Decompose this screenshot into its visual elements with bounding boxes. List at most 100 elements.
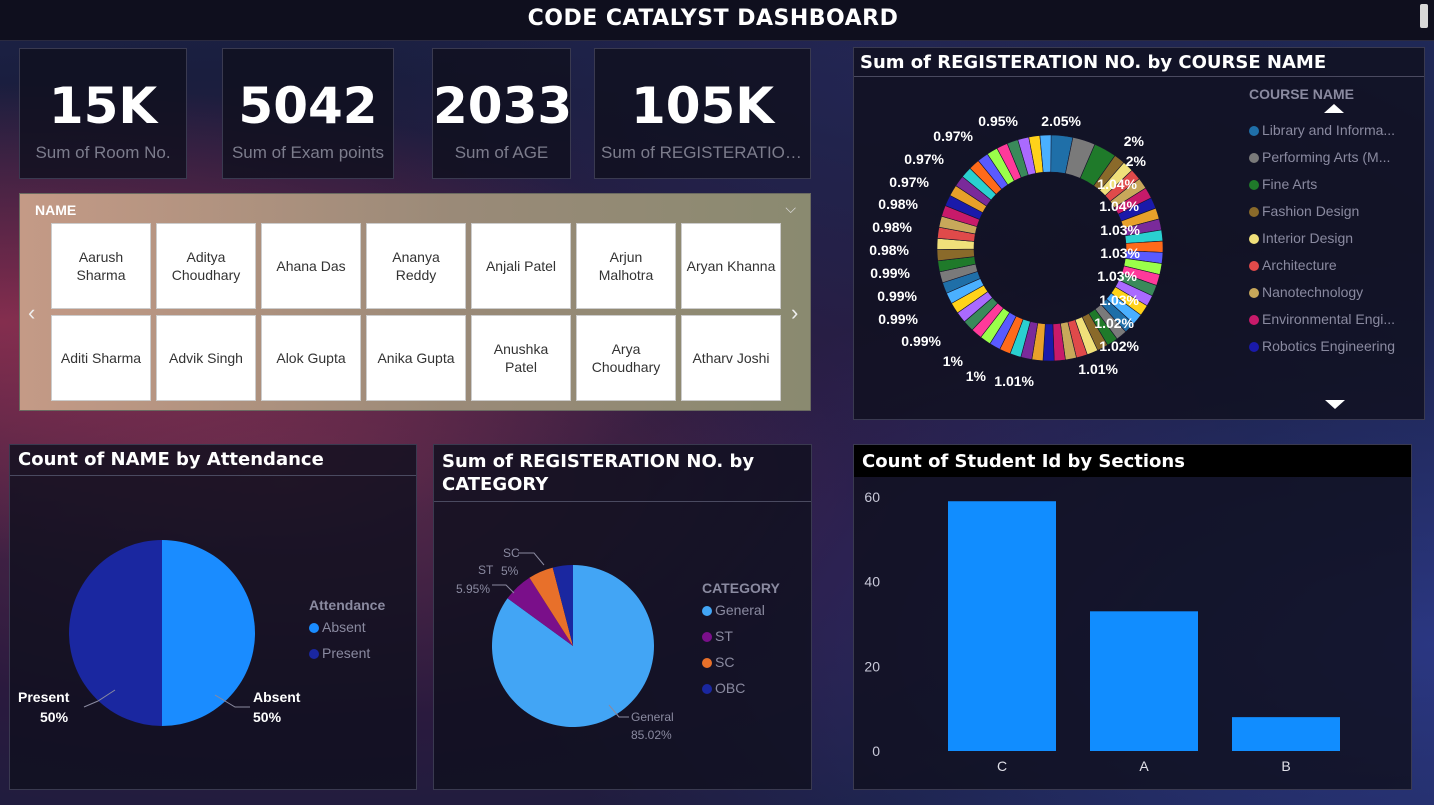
chevron-left-icon[interactable]: ‹ <box>28 302 35 324</box>
kpi-card-room[interactable]: 15K Sum of Room No. <box>19 48 187 179</box>
header-bar: CODE CATALYST DASHBOARD <box>0 0 1434 41</box>
legend-item-course[interactable]: Performing Arts (M... <box>1249 149 1419 165</box>
slice-label: Present <box>18 689 70 705</box>
attendance-legend: Attendance Absent Present <box>309 597 385 661</box>
legend-dot <box>1249 315 1259 325</box>
leader-line <box>518 552 545 566</box>
slicer-item[interactable]: Anjali Patel <box>471 223 571 309</box>
bar-c[interactable] <box>948 501 1056 751</box>
legend-item-present[interactable]: Present <box>309 645 385 661</box>
attendance-pie-panel: Count of NAME by Attendance Present 50% Ab… <box>9 444 417 790</box>
sections-title: Count of Student Id by Sections <box>862 451 1185 472</box>
slicer-item[interactable]: Aarush Sharma <box>51 223 151 309</box>
y-tick-label: 0 <box>872 743 880 759</box>
legend-label: Architecture <box>1262 257 1337 273</box>
x-tick-label: C <box>997 758 1007 774</box>
donut-data-label: 0.97% <box>889 174 929 190</box>
chevron-right-icon[interactable]: › <box>791 302 798 324</box>
slice-label: 5.95% <box>456 582 490 596</box>
bar-a[interactable] <box>1090 611 1198 751</box>
y-tick-label: 40 <box>864 574 880 590</box>
scroll-down-icon[interactable] <box>1325 400 1345 409</box>
legend-label: Present <box>322 645 371 661</box>
legend-item-st[interactable]: ST <box>702 628 780 644</box>
legend-item-general[interactable]: General <box>702 602 780 618</box>
donut-data-label: 1.03% <box>1100 245 1140 261</box>
legend-item-course[interactable]: Interior Design <box>1249 230 1419 246</box>
legend-item-course[interactable]: Environmental Engi... <box>1249 311 1419 327</box>
legend-label: Fashion Design <box>1262 203 1360 219</box>
legend-item-course[interactable]: Robotics Engineering <box>1249 338 1419 354</box>
slicer-item[interactable]: Aditi Sharma <box>51 315 151 401</box>
sections-bar-chart: 60 40 20 0 C A B <box>864 489 1340 774</box>
slicer-item[interactable]: Aryan Khanna <box>681 223 781 309</box>
donut-data-label: 1.03% <box>1097 268 1137 284</box>
legend-label: Nanotechnology <box>1262 284 1364 300</box>
slicer-item[interactable]: Ananya Reddy <box>366 223 466 309</box>
kpi-card-registration[interactable]: 105K Sum of REGISTERATION... <box>594 48 811 179</box>
donut-data-label: 1% <box>966 368 987 384</box>
donut-data-label: 1% <box>943 353 964 369</box>
slice-label: ST <box>478 563 494 577</box>
kpi-card-exam-points[interactable]: 5042 Sum of Exam points <box>222 48 394 179</box>
donut-data-label: 0.99% <box>878 311 918 327</box>
donut-data-label: 2.05% <box>1041 113 1081 129</box>
slicer-item[interactable]: Arjun Malhotra <box>576 223 676 309</box>
legend-item-course[interactable]: Library and Informa... <box>1249 122 1419 138</box>
legend-dot <box>1249 153 1259 163</box>
legend-item-course[interactable]: Nanotechnology <box>1249 284 1419 300</box>
chevron-down-icon[interactable]: ⌵ <box>785 200 796 217</box>
legend-label: General <box>715 602 765 618</box>
legend-title: Attendance <box>309 597 386 613</box>
legend-item-obc[interactable]: OBC <box>702 680 780 696</box>
slicer-item[interactable]: Anika Gupta <box>366 315 466 401</box>
legend-label: ST <box>715 628 733 644</box>
slicer-item[interactable]: Atharv Joshi <box>681 315 781 401</box>
slice-label: General <box>631 710 674 724</box>
legend-dot <box>1249 180 1259 190</box>
slicer-item[interactable]: Anushka Patel <box>471 315 571 401</box>
legend-item-sc[interactable]: SC <box>702 654 780 670</box>
attendance-pie-chart: Present 50% Absent 50% <box>18 540 301 726</box>
bar-b[interactable] <box>1232 717 1340 751</box>
donut-data-label: 0.97% <box>904 151 944 167</box>
slicer-item[interactable]: Ahana Das <box>261 223 361 309</box>
y-tick-label: 20 <box>864 658 880 674</box>
legend-dot <box>1249 288 1259 298</box>
legend-item-course[interactable]: Fashion Design <box>1249 203 1419 219</box>
title-divider <box>854 76 1424 77</box>
slice-label: 50% <box>40 709 69 725</box>
donut-data-label: 0.99% <box>870 265 910 281</box>
donut-data-label: 1.01% <box>994 373 1034 389</box>
slicer-item[interactable]: Arya Choudhary <box>576 315 676 401</box>
kpi-label: Sum of AGE <box>454 143 549 162</box>
legend-item-absent[interactable]: Absent <box>309 619 385 635</box>
pie-slice-absent[interactable] <box>162 540 255 726</box>
legend-item-course[interactable]: Architecture <box>1249 257 1419 273</box>
slicer-item[interactable]: Advik Singh <box>156 315 256 401</box>
name-slicer: NAME ⌵ ‹ › Aarush Sharma Aditya Choudhar… <box>19 193 811 411</box>
category-pie-panel: Sum of REGISTERATION NO. by CATEGORY SC 5… <box>433 444 812 790</box>
donut-data-label: 0.99% <box>901 333 941 349</box>
slicer-item[interactable]: Aditya Choudhary <box>156 223 256 309</box>
pie-slice-present[interactable] <box>69 540 162 726</box>
kpi-card-age[interactable]: 2033 Sum of AGE <box>432 48 572 179</box>
legend-item-course[interactable]: Fine Arts <box>1249 176 1419 192</box>
slicer-item[interactable]: Alok Gupta <box>261 315 361 401</box>
donut-data-label: 0.98% <box>869 242 909 258</box>
legend-dot <box>309 623 319 633</box>
legend-dot <box>702 684 712 694</box>
slice-label: 85.02% <box>631 728 672 742</box>
donut-data-label: 1.02% <box>1094 315 1134 331</box>
donut-data-label: 0.97% <box>933 128 973 144</box>
scrollbar-thumb[interactable] <box>1420 4 1428 28</box>
legend-label: Robotics Engineering <box>1262 338 1396 354</box>
slice-label: 5% <box>501 564 519 578</box>
legend-label: SC <box>715 654 735 670</box>
sections-bar-panel: Count of Student Id by Sections 60 40 20 0 C… <box>853 444 1412 790</box>
donut-data-label: 0.95% <box>978 113 1018 129</box>
kpi-label: Sum of Room No. <box>35 143 171 162</box>
kpi-value: 15K <box>48 77 158 135</box>
category-title-line1: Sum of REGISTERATION NO. by <box>442 451 755 472</box>
scroll-up-icon[interactable] <box>1324 104 1344 113</box>
